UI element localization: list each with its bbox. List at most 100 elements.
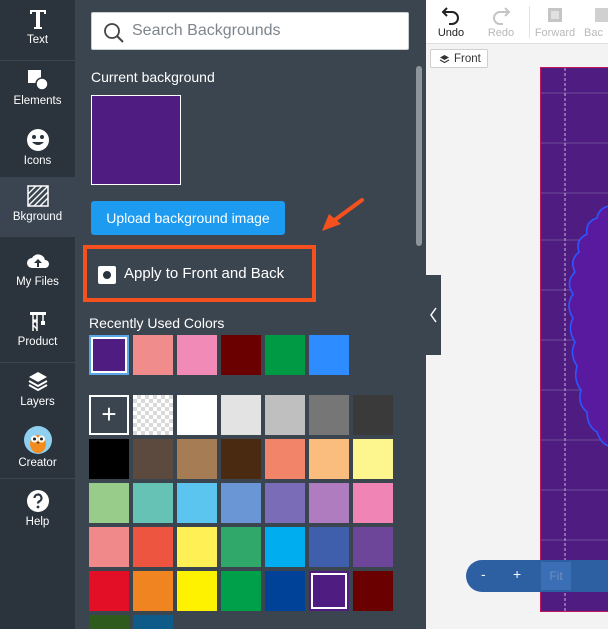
forward-label: Forward [534, 27, 576, 39]
nav-label: Help [25, 516, 50, 528]
upload-background-button[interactable]: Upload background image [91, 201, 285, 235]
checkbox-dot [103, 271, 111, 279]
nav-label: My Files [16, 276, 59, 288]
palette-color-swatch[interactable] [133, 439, 173, 479]
palette-color-swatch[interactable] [309, 483, 349, 523]
layers-icon [28, 372, 47, 392]
redo-icon [493, 7, 511, 25]
search-input[interactable] [132, 13, 402, 49]
nav-label: Layers [20, 396, 55, 408]
app-root: Text Elements Icons Bkground My Files Pr… [0, 0, 608, 629]
nav-divider [0, 478, 75, 479]
layers-small-icon [439, 55, 450, 64]
palette-color-swatch[interactable] [309, 439, 349, 479]
recent-colors-label: Recently Used Colors [89, 315, 225, 331]
palette-color-swatch[interactable] [265, 571, 305, 611]
palette-color-swatch[interactable] [353, 571, 393, 611]
nav-label: Icons [23, 155, 52, 167]
zoom-out-button[interactable]: - [481, 566, 486, 582]
palette-color-swatch[interactable] [353, 527, 393, 567]
elements-icon [27, 70, 49, 91]
undo-label: Undo [437, 27, 465, 39]
cloud-upload-icon [26, 254, 49, 268]
palette-color-swatch[interactable] [265, 527, 305, 567]
recent-color-swatch[interactable] [133, 335, 173, 375]
send-backward-icon [595, 8, 608, 22]
palette-color-swatch[interactable] [221, 527, 261, 567]
nav-label: Creator [18, 457, 57, 469]
nav-label: Product [17, 336, 58, 348]
nav-item-layers[interactable]: Layers [0, 362, 75, 422]
palette-color-swatch[interactable] [177, 395, 217, 435]
recent-color-swatch[interactable] [309, 335, 349, 375]
palette-color-swatch[interactable] [133, 571, 173, 611]
zoom-in-button[interactable]: + [513, 566, 521, 582]
chevron-left-icon [430, 307, 437, 323]
panel-scrollbar[interactable] [416, 66, 422, 246]
nav-item-help[interactable]: Help [0, 482, 75, 542]
nav-item-creator[interactable]: Creator [0, 421, 75, 477]
palette-color-swatch[interactable] [89, 615, 129, 629]
palette-color-swatch[interactable] [133, 615, 173, 629]
palette-color-swatch[interactable] [89, 527, 129, 567]
palette-color-swatch[interactable] [221, 483, 261, 523]
front-tab-label: Front [454, 53, 481, 65]
nav-label: Bkground [12, 211, 63, 223]
recent-color-swatch[interactable] [89, 335, 129, 375]
collapse-panel-tab[interactable] [426, 275, 441, 355]
palette-color-swatch[interactable] [133, 527, 173, 567]
text-icon [29, 10, 46, 29]
nav-item-background[interactable]: Bkground [0, 177, 75, 237]
palette-color-swatch[interactable] [221, 571, 261, 611]
nav-item-my-files[interactable]: My Files [0, 242, 75, 302]
palette-color-swatch[interactable] [177, 439, 217, 479]
redo-button[interactable]: Redo [476, 0, 526, 44]
apply-front-back-checkbox[interactable] [98, 266, 116, 284]
backward-label: Bac [584, 27, 603, 39]
palette-color-swatch[interactable] [309, 395, 349, 435]
palette-color-swatch[interactable] [353, 395, 393, 435]
palette-color-swatch[interactable] [133, 483, 173, 523]
palette-color-swatch[interactable] [177, 571, 217, 611]
nav-item-icons[interactable]: Icons [0, 121, 75, 181]
palette-color-swatch[interactable] [309, 571, 349, 611]
nav-label: Text [26, 34, 49, 46]
apply-front-back-label[interactable]: Apply to Front and Back [124, 265, 284, 282]
palette-color-swatch[interactable] [353, 439, 393, 479]
search-icon [104, 23, 124, 43]
palette-color-swatch[interactable] [265, 395, 305, 435]
recent-color-swatch[interactable] [177, 335, 217, 375]
palette-color-swatch[interactable] [89, 483, 129, 523]
palette-color-swatch[interactable] [221, 439, 261, 479]
add-custom-color-button[interactable]: + [89, 395, 129, 435]
palette-color-swatch[interactable] [89, 571, 129, 611]
canvas-toolbar: Undo Redo Forward Bac [426, 0, 608, 44]
zoom-fit-button[interactable]: Fit [541, 562, 571, 590]
palette-color-swatch[interactable] [89, 439, 129, 479]
send-backward-button[interactable]: Bac [584, 0, 608, 44]
background-hatch-icon [26, 185, 49, 207]
bring-forward-icon [548, 8, 562, 22]
recent-color-swatch[interactable] [265, 335, 305, 375]
palette-color-swatch[interactable] [177, 527, 217, 567]
front-side-tab[interactable]: Front [430, 49, 488, 68]
zoom-control: - + Fit [466, 560, 608, 592]
nav-item-elements[interactable]: Elements [0, 61, 75, 121]
palette-color-swatch[interactable] [265, 439, 305, 479]
palette-color-swatch[interactable] [309, 527, 349, 567]
nav-item-text[interactable]: Text [0, 0, 75, 60]
undo-button[interactable]: Undo [426, 0, 476, 44]
palette-color-swatch[interactable] [353, 483, 393, 523]
bring-forward-button[interactable]: Forward [530, 0, 580, 44]
design-canvas[interactable] [540, 67, 608, 612]
help-icon [26, 490, 49, 512]
nav-item-product[interactable]: Product [0, 302, 75, 362]
palette-color-swatch[interactable] [177, 483, 217, 523]
palette-color-swatch[interactable] [265, 483, 305, 523]
undo-icon [441, 7, 459, 25]
transparent-color-swatch[interactable] [133, 395, 173, 435]
apply-front-back-highlight: Apply to Front and Back [83, 245, 316, 302]
recent-color-swatch[interactable] [221, 335, 261, 375]
product-crane-icon [29, 312, 46, 331]
palette-color-swatch[interactable] [221, 395, 261, 435]
